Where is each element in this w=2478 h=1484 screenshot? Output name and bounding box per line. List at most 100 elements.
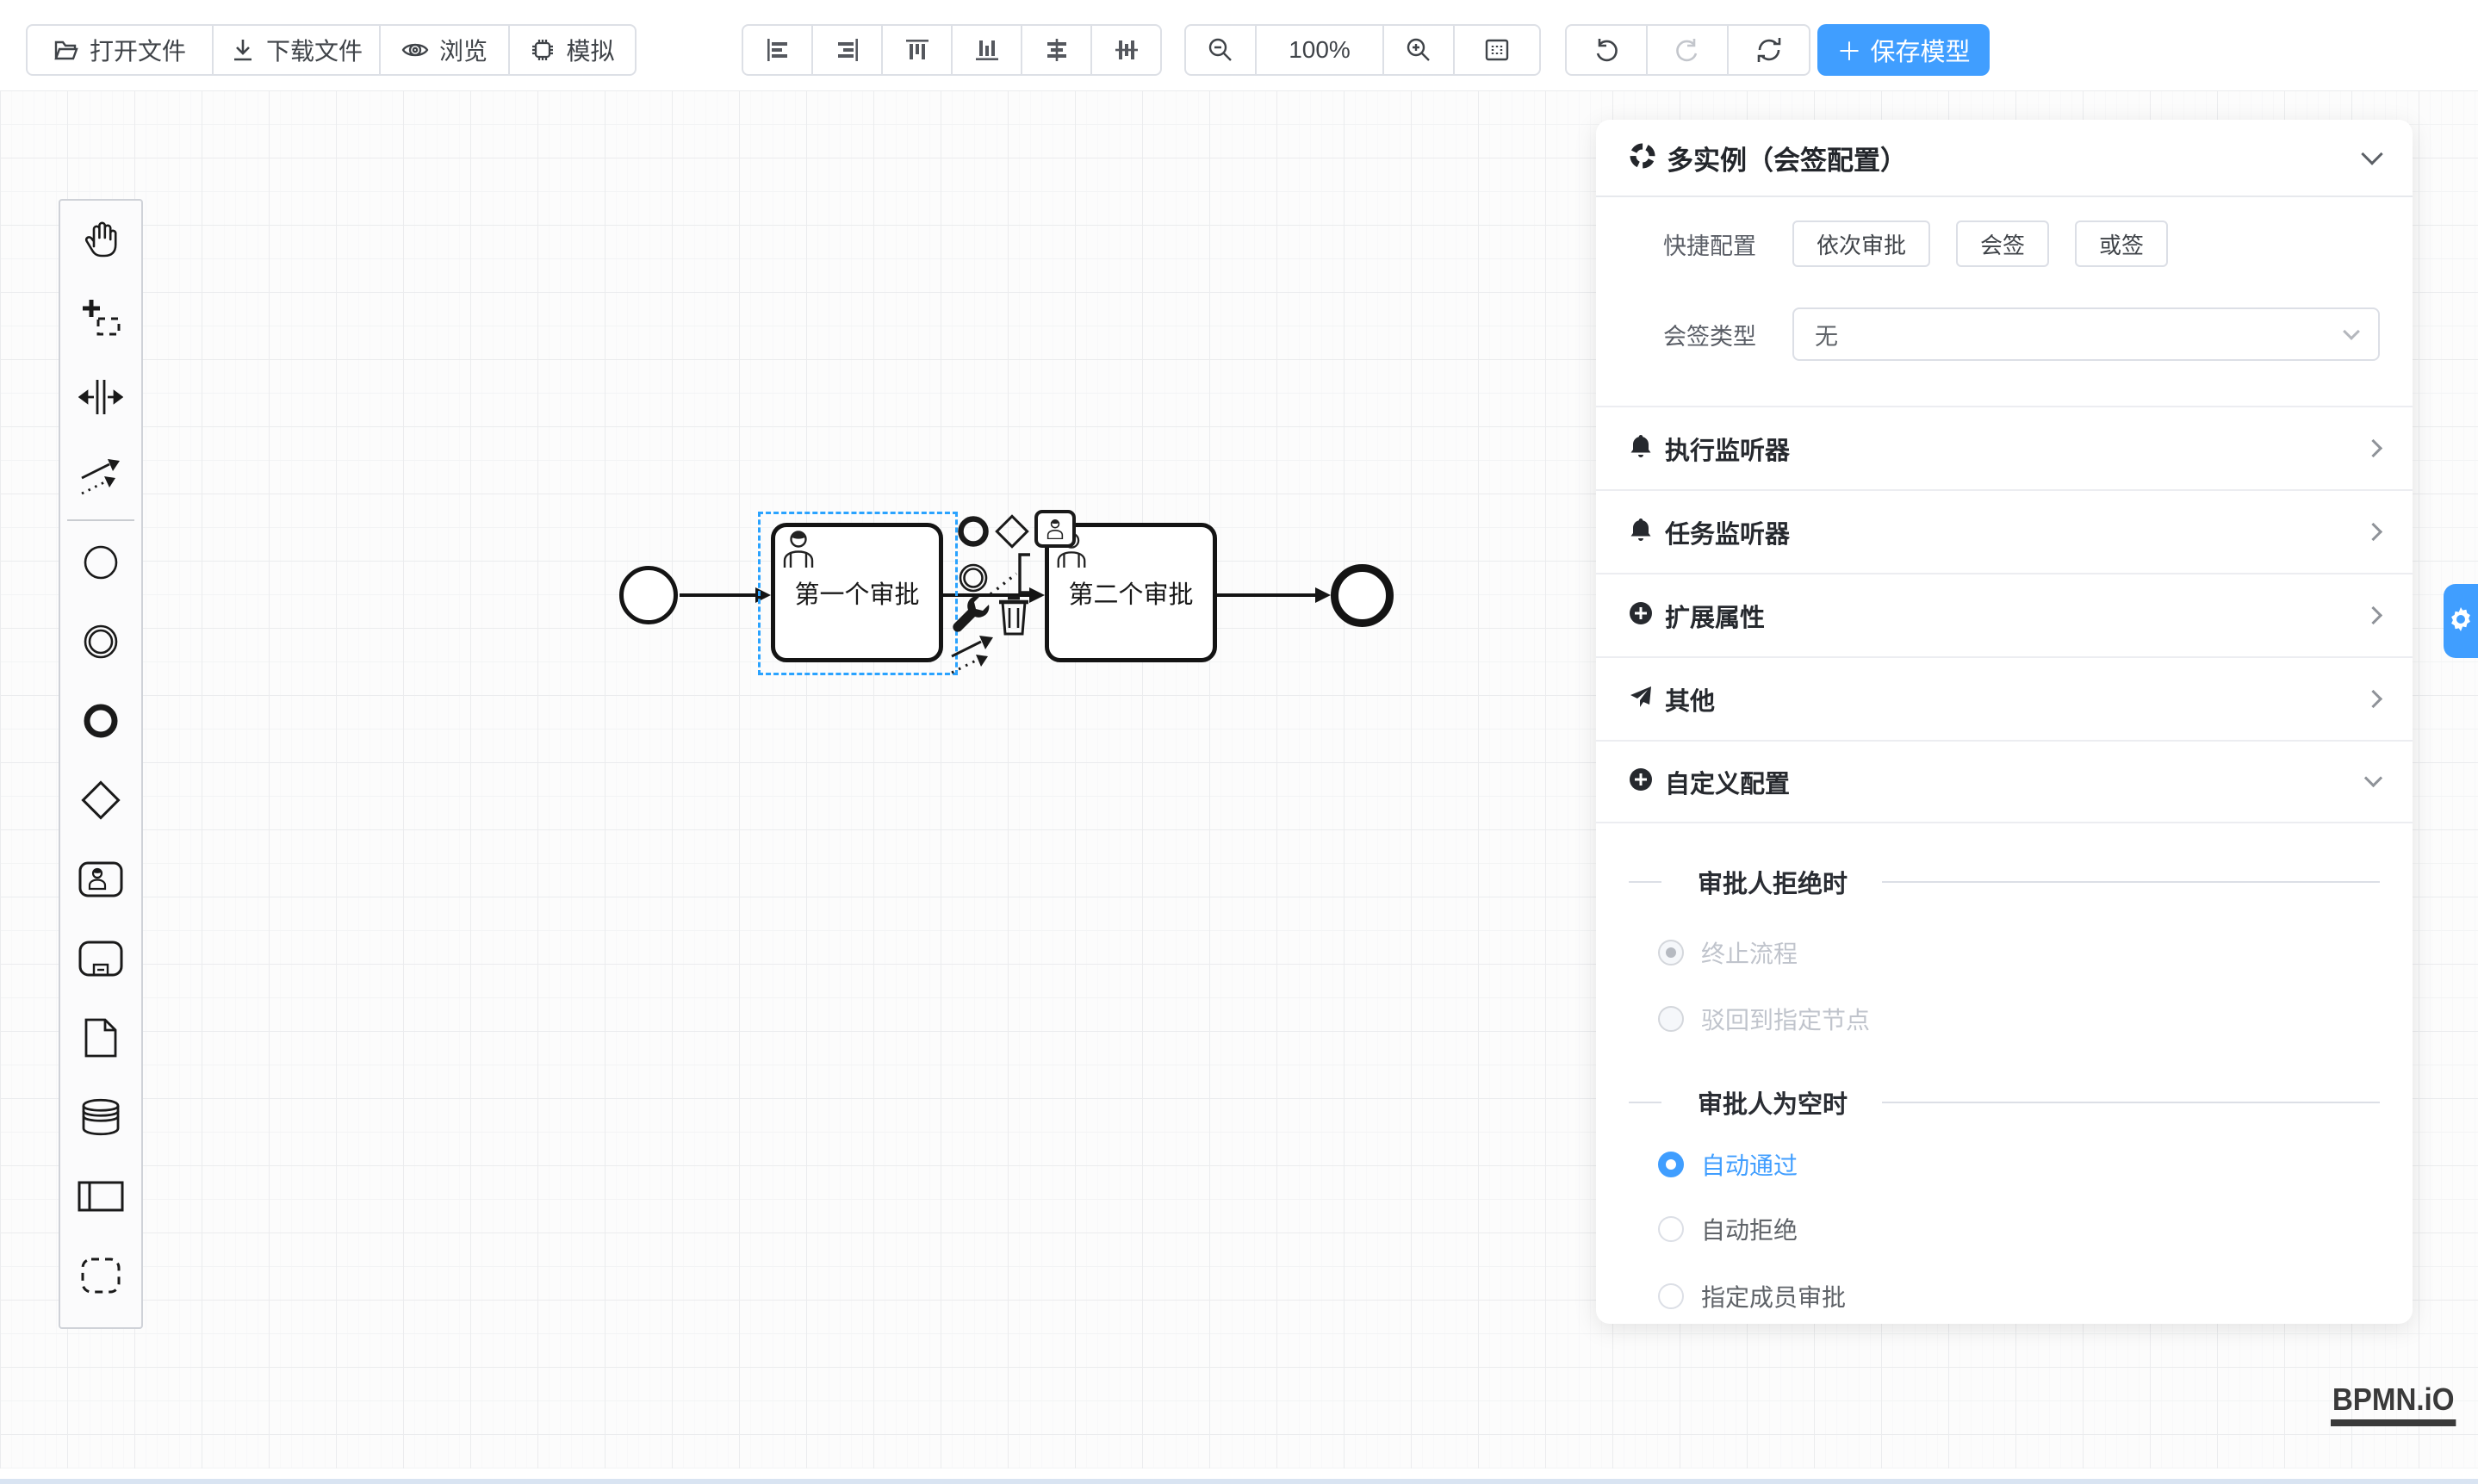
- gear-icon: [2448, 606, 2474, 636]
- zoom-in-icon: [1405, 36, 1432, 64]
- create-data-object[interactable]: [60, 1000, 141, 1079]
- radio-label: 自动通过: [1701, 1147, 1798, 1182]
- plus-circle-icon: [1629, 767, 1653, 796]
- panel-toggle-tab[interactable]: [2444, 584, 2478, 658]
- sign-type-value: 无: [1815, 318, 1838, 351]
- end-event[interactable]: [1331, 564, 1394, 627]
- section-execution-listener[interactable]: 执行监听器: [1596, 406, 2413, 489]
- create-participant[interactable]: [60, 1158, 141, 1238]
- lasso-tool[interactable]: [60, 280, 141, 359]
- global-connect-tool[interactable]: [60, 438, 141, 518]
- connect-icon: [78, 456, 123, 501]
- create-end-event[interactable]: [60, 683, 141, 762]
- preview-button[interactable]: 浏览: [379, 24, 510, 76]
- panel-sections: 执行监听器 任务监听器 扩展属性: [1596, 406, 2413, 823]
- save-model-button[interactable]: ＋ 保存模型: [1817, 24, 1990, 76]
- radio-assign-member[interactable]: 指定成员审批: [1658, 1279, 1846, 1313]
- simulate-button[interactable]: 模拟: [508, 24, 637, 76]
- create-intermediate-event[interactable]: [60, 604, 141, 683]
- append-user-task-icon[interactable]: [1034, 510, 1076, 548]
- redo-button[interactable]: [1646, 24, 1729, 76]
- align-middle-vertical-icon: [1114, 37, 1140, 63]
- download-file-label: 下载文件: [266, 33, 363, 67]
- connect-tool-icon[interactable]: [948, 632, 997, 680]
- append-gateway-icon[interactable]: [994, 513, 1030, 554]
- group-icon: [80, 1257, 121, 1299]
- sequence-flow-1[interactable]: [680, 593, 761, 597]
- align-right-button[interactable]: [811, 24, 883, 76]
- chevron-down-icon: [2364, 769, 2382, 787]
- empty-section-title: 审批人为空时: [1698, 1084, 1848, 1121]
- align-bottom-button[interactable]: [951, 24, 1022, 76]
- data-object-icon: [84, 1017, 118, 1063]
- sequence-flow-3[interactable]: [1215, 593, 1317, 597]
- chevron-down-icon: [2361, 143, 2382, 165]
- align-center-horizontal-icon: [1044, 37, 1070, 63]
- create-gateway[interactable]: [60, 762, 141, 841]
- properties-panel: 多实例（会签配置） 快捷配置 依次审批 会签 或签 会签类型 无 执行监听器: [1596, 120, 2413, 1324]
- zoom-level-display[interactable]: 100%: [1255, 24, 1384, 76]
- create-group[interactable]: [60, 1238, 141, 1317]
- radio-icon: [1658, 1152, 1684, 1177]
- radio-icon: [1658, 1283, 1684, 1309]
- start-event[interactable]: [619, 566, 678, 624]
- section-custom-config[interactable]: 自定义配置: [1596, 740, 2413, 823]
- radio-terminate-process[interactable]: 终止流程: [1658, 935, 1798, 970]
- quick-config-row: 快捷配置 依次审批 会签 或签: [1629, 216, 2380, 271]
- zoom-in-button[interactable]: [1382, 24, 1455, 76]
- section-other[interactable]: 其他: [1596, 656, 2413, 740]
- reject-section-divider: 审批人拒绝时: [1629, 865, 2380, 899]
- align-center-horizontal-button[interactable]: [1021, 24, 1092, 76]
- chevron-right-icon: [2364, 606, 2382, 624]
- delete-trash-icon[interactable]: [997, 593, 1030, 640]
- section-task-listener[interactable]: 任务监听器: [1596, 489, 2413, 573]
- history-toolbar-group: [1565, 24, 1810, 76]
- create-data-store[interactable]: [60, 1079, 141, 1158]
- section-label: 任务监听器: [1665, 514, 2367, 550]
- start-event-icon: [81, 543, 121, 587]
- section-extended-properties[interactable]: 扩展属性: [1596, 573, 2413, 656]
- zoom-out-button[interactable]: [1184, 24, 1257, 76]
- create-user-task[interactable]: [60, 841, 141, 921]
- create-subprocess[interactable]: [60, 921, 141, 1000]
- open-file-label: 打开文件: [90, 33, 186, 67]
- radio-label: 指定成员审批: [1701, 1279, 1846, 1313]
- sign-type-label: 会签类型: [1629, 318, 1756, 351]
- space-tool[interactable]: [60, 359, 141, 438]
- radio-icon: [1658, 940, 1684, 966]
- quick-config-sequential-button[interactable]: 依次审批: [1792, 220, 1930, 267]
- space-tool-icon: [78, 378, 123, 420]
- align-top-button[interactable]: [881, 24, 953, 76]
- radio-label: 终止流程: [1701, 935, 1798, 970]
- download-file-button[interactable]: 下载文件: [212, 24, 381, 76]
- fit-screen-button[interactable]: [1453, 24, 1541, 76]
- radio-auto-pass[interactable]: 自动通过: [1658, 1147, 1798, 1182]
- subprocess-icon: [78, 941, 123, 981]
- append-end-event-icon[interactable]: [956, 514, 991, 553]
- multi-instance-icon: [1629, 142, 1656, 174]
- radio-label: 驳回到指定节点: [1701, 1002, 1870, 1036]
- radio-icon: [1658, 1216, 1684, 1242]
- create-start-event[interactable]: [60, 525, 141, 604]
- sign-type-select[interactable]: 无: [1792, 307, 2380, 361]
- align-left-button[interactable]: [742, 24, 813, 76]
- eye-icon: [401, 37, 429, 63]
- append-intermediate-event-icon[interactable]: [956, 561, 991, 599]
- open-file-button[interactable]: 打开文件: [26, 24, 214, 76]
- align-right-icon: [835, 37, 860, 63]
- refresh-icon: [1755, 36, 1783, 64]
- bpmn-io-logo[interactable]: BPMN.iO: [2331, 1382, 2456, 1426]
- quick-config-orsign-button[interactable]: 或签: [2075, 220, 2168, 267]
- quick-config-label: 快捷配置: [1629, 227, 1756, 261]
- send-icon: [1629, 685, 1653, 713]
- radio-auto-reject[interactable]: 自动拒绝: [1658, 1212, 1798, 1246]
- panel-header[interactable]: 多实例（会签配置）: [1596, 120, 2413, 197]
- align-middle-vertical-button[interactable]: [1090, 24, 1162, 76]
- download-icon: [230, 37, 256, 63]
- quick-config-countersign-button[interactable]: 会签: [1956, 220, 2049, 267]
- radio-return-to-node[interactable]: 驳回到指定节点: [1658, 1002, 1870, 1036]
- hand-tool[interactable]: [60, 201, 141, 280]
- undo-button[interactable]: [1565, 24, 1648, 76]
- refresh-button[interactable]: [1727, 24, 1810, 76]
- section-label: 扩展属性: [1665, 598, 2367, 634]
